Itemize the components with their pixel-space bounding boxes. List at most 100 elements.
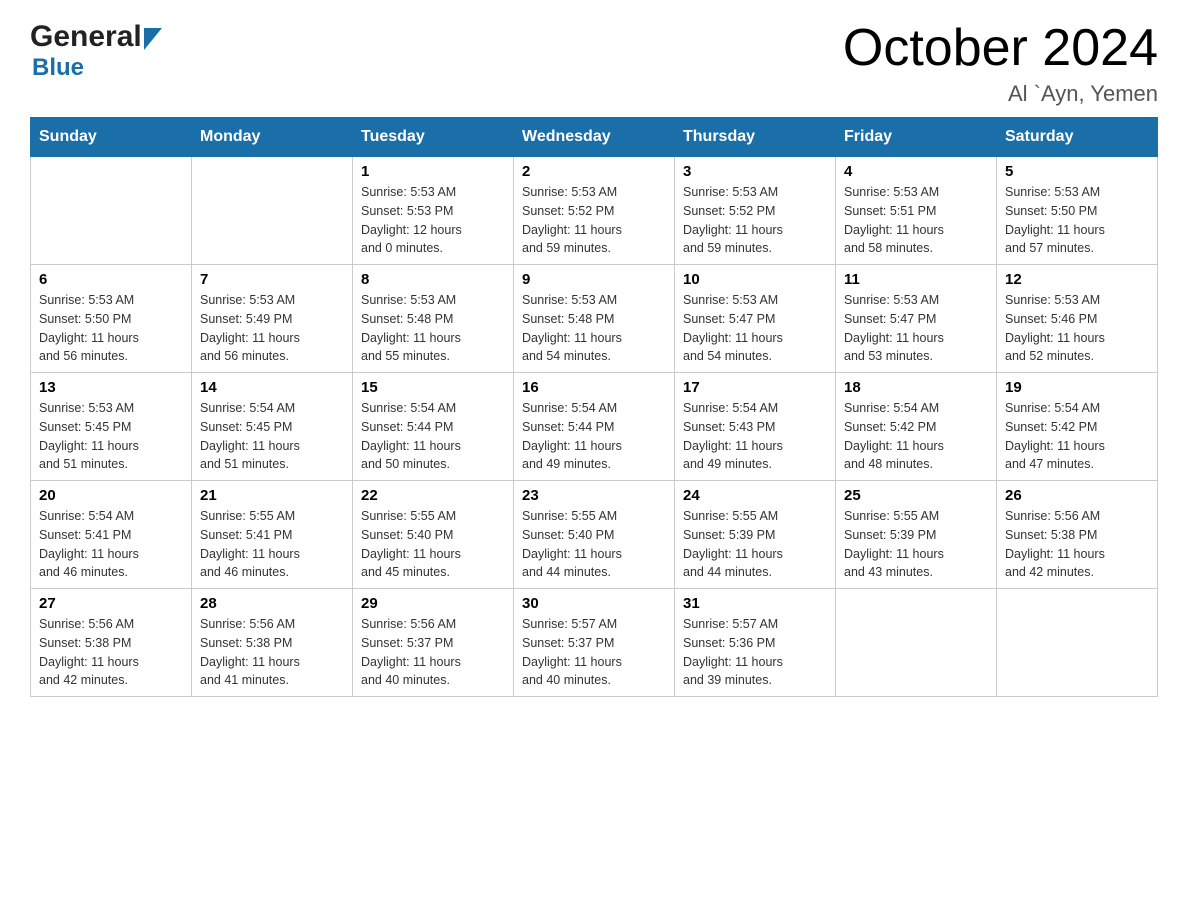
day-info: Sunrise: 5:53 AMSunset: 5:47 PMDaylight:… xyxy=(683,291,827,366)
calendar-cell: 11Sunrise: 5:53 AMSunset: 5:47 PMDayligh… xyxy=(836,265,997,373)
calendar-cell: 21Sunrise: 5:55 AMSunset: 5:41 PMDayligh… xyxy=(192,481,353,589)
day-info: Sunrise: 5:54 AMSunset: 5:44 PMDaylight:… xyxy=(361,399,505,474)
day-number: 15 xyxy=(361,379,505,396)
day-header-thursday: Thursday xyxy=(675,118,836,157)
day-number: 18 xyxy=(844,379,988,396)
day-number: 3 xyxy=(683,163,827,180)
day-info: Sunrise: 5:53 AMSunset: 5:53 PMDaylight:… xyxy=(361,183,505,258)
day-number: 9 xyxy=(522,271,666,288)
day-info: Sunrise: 5:56 AMSunset: 5:38 PMDaylight:… xyxy=(39,615,183,690)
calendar-cell: 15 Sunrise: 5:54 AMSunset: 5:44 PMDayligh… xyxy=(353,373,514,481)
page-subtitle: Al `Ayn, Yemen xyxy=(843,81,1158,107)
calendar-cell: 28Sunrise: 5:56 AMSunset: 5:38 PMDayligh… xyxy=(192,589,353,697)
calendar-cell: 17Sunrise: 5:54 AMSunset: 5:43 PMDayligh… xyxy=(675,373,836,481)
day-header-saturday: Saturday xyxy=(997,118,1158,157)
day-number: 4 xyxy=(844,163,988,180)
day-header-wednesday: Wednesday xyxy=(514,118,675,157)
day-info: Sunrise: 5:55 AMSunset: 5:40 PMDaylight:… xyxy=(522,507,666,582)
day-header-sunday: Sunday xyxy=(31,118,192,157)
calendar-cell: 2Sunrise: 5:53 AMSunset: 5:52 PMDaylight… xyxy=(514,157,675,265)
calendar-cell: 16 Sunrise: 5:54 AMSunset: 5:44 PMDayligh… xyxy=(514,373,675,481)
day-number: 30 xyxy=(522,595,666,612)
day-number: 26 xyxy=(1005,487,1149,504)
day-info: Sunrise: 5:53 AMSunset: 5:48 PMDaylight:… xyxy=(522,291,666,366)
calendar-table: SundayMondayTuesdayWednesdayThursdayFrid… xyxy=(30,117,1158,697)
calendar-cell xyxy=(31,157,192,265)
days-of-week-row: SundayMondayTuesdayWednesdayThursdayFrid… xyxy=(31,118,1158,157)
day-info: Sunrise: 5:53 AMSunset: 5:49 PMDaylight:… xyxy=(200,291,344,366)
day-info: Sunrise: 5:54 AMSunset: 5:42 PMDaylight:… xyxy=(844,399,988,474)
calendar-cell: 1 Sunrise: 5:53 AMSunset: 5:53 PMDaylight… xyxy=(353,157,514,265)
day-number: 21 xyxy=(200,487,344,504)
day-info: Sunrise: 5:57 AMSunset: 5:37 PMDaylight:… xyxy=(522,615,666,690)
day-info: Sunrise: 5:56 AMSunset: 5:38 PMDaylight:… xyxy=(1005,507,1149,582)
calendar-cell: 26 Sunrise: 5:56 AMSunset: 5:38 PMDayligh… xyxy=(997,481,1158,589)
page-title: October 2024 xyxy=(843,20,1158,77)
calendar-cell xyxy=(836,589,997,697)
day-info: Sunrise: 5:54 AMSunset: 5:44 PMDaylight:… xyxy=(522,399,666,474)
day-info: Sunrise: 5:53 AMSunset: 5:45 PMDaylight:… xyxy=(39,399,183,474)
week-row-5: 27 Sunrise: 5:56 AMSunset: 5:38 PMDayligh… xyxy=(31,589,1158,697)
day-info: Sunrise: 5:53 AMSunset: 5:46 PMDaylight:… xyxy=(1005,291,1149,366)
calendar-cell xyxy=(997,589,1158,697)
logo-blue-text: Blue xyxy=(32,54,84,82)
logo: General Blue xyxy=(30,20,162,82)
day-number: 29 xyxy=(361,595,505,612)
day-info: Sunrise: 5:54 AMSunset: 5:45 PMDaylight:… xyxy=(200,399,344,474)
calendar-cell: 9 Sunrise: 5:53 AMSunset: 5:48 PMDaylight… xyxy=(514,265,675,373)
day-info: Sunrise: 5:53 AMSunset: 5:52 PMDaylight:… xyxy=(683,183,827,258)
day-number: 2 xyxy=(522,163,666,180)
day-info: Sunrise: 5:54 AMSunset: 5:41 PMDaylight:… xyxy=(39,507,183,582)
calendar-cell: 13 Sunrise: 5:53 AMSunset: 5:45 PMDayligh… xyxy=(31,373,192,481)
day-info: Sunrise: 5:53 AMSunset: 5:50 PMDaylight:… xyxy=(39,291,183,366)
logo-triangle-icon xyxy=(144,28,162,50)
day-info: Sunrise: 5:56 AMSunset: 5:38 PMDaylight:… xyxy=(200,615,344,690)
day-number: 19 xyxy=(1005,379,1149,396)
day-info: Sunrise: 5:55 AMSunset: 5:39 PMDaylight:… xyxy=(844,507,988,582)
day-info: Sunrise: 5:57 AMSunset: 5:36 PMDaylight:… xyxy=(683,615,827,690)
day-number: 24 xyxy=(683,487,827,504)
day-number: 5 xyxy=(1005,163,1149,180)
calendar-cell: 3 Sunrise: 5:53 AMSunset: 5:52 PMDaylight… xyxy=(675,157,836,265)
day-info: Sunrise: 5:53 AMSunset: 5:50 PMDaylight:… xyxy=(1005,183,1149,258)
day-info: Sunrise: 5:54 AMSunset: 5:42 PMDaylight:… xyxy=(1005,399,1149,474)
calendar-cell: 25 Sunrise: 5:55 AMSunset: 5:39 PMDayligh… xyxy=(836,481,997,589)
week-row-3: 13 Sunrise: 5:53 AMSunset: 5:45 PMDayligh… xyxy=(31,373,1158,481)
calendar-header: SundayMondayTuesdayWednesdayThursdayFrid… xyxy=(31,118,1158,157)
day-number: 11 xyxy=(844,271,988,288)
day-number: 1 xyxy=(361,163,505,180)
day-number: 13 xyxy=(39,379,183,396)
calendar-cell xyxy=(192,157,353,265)
calendar-cell: 29Sunrise: 5:56 AMSunset: 5:37 PMDayligh… xyxy=(353,589,514,697)
calendar-cell: 18 Sunrise: 5:54 AMSunset: 5:42 PMDayligh… xyxy=(836,373,997,481)
day-info: Sunrise: 5:53 AMSunset: 5:51 PMDaylight:… xyxy=(844,183,988,258)
calendar-cell: 12 Sunrise: 5:53 AMSunset: 5:46 PMDayligh… xyxy=(997,265,1158,373)
week-row-1: 1 Sunrise: 5:53 AMSunset: 5:53 PMDaylight… xyxy=(31,157,1158,265)
calendar-cell: 14 Sunrise: 5:54 AMSunset: 5:45 PMDayligh… xyxy=(192,373,353,481)
calendar-cell: 22Sunrise: 5:55 AMSunset: 5:40 PMDayligh… xyxy=(353,481,514,589)
day-number: 27 xyxy=(39,595,183,612)
title-block: October 2024 Al `Ayn, Yemen xyxy=(843,20,1158,107)
calendar-cell: 27 Sunrise: 5:56 AMSunset: 5:38 PMDayligh… xyxy=(31,589,192,697)
day-number: 7 xyxy=(200,271,344,288)
calendar-cell: 4 Sunrise: 5:53 AMSunset: 5:51 PMDaylight… xyxy=(836,157,997,265)
day-number: 16 xyxy=(522,379,666,396)
day-number: 20 xyxy=(39,487,183,504)
page-header: General Blue October 2024 Al `Ayn, Yemen xyxy=(30,20,1158,107)
day-info: Sunrise: 5:55 AMSunset: 5:40 PMDaylight:… xyxy=(361,507,505,582)
day-number: 23 xyxy=(522,487,666,504)
day-number: 10 xyxy=(683,271,827,288)
calendar-cell: 10 Sunrise: 5:53 AMSunset: 5:47 PMDayligh… xyxy=(675,265,836,373)
day-info: Sunrise: 5:53 AMSunset: 5:48 PMDaylight:… xyxy=(361,291,505,366)
calendar-cell: 8 Sunrise: 5:53 AMSunset: 5:48 PMDaylight… xyxy=(353,265,514,373)
day-info: Sunrise: 5:54 AMSunset: 5:43 PMDaylight:… xyxy=(683,399,827,474)
calendar-cell: 23 Sunrise: 5:55 AMSunset: 5:40 PMDayligh… xyxy=(514,481,675,589)
day-header-monday: Monday xyxy=(192,118,353,157)
day-number: 25 xyxy=(844,487,988,504)
calendar-cell: 24Sunrise: 5:55 AMSunset: 5:39 PMDayligh… xyxy=(675,481,836,589)
calendar-cell: 31Sunrise: 5:57 AMSunset: 5:36 PMDayligh… xyxy=(675,589,836,697)
day-number: 12 xyxy=(1005,271,1149,288)
day-number: 14 xyxy=(200,379,344,396)
calendar-cell: 20 Sunrise: 5:54 AMSunset: 5:41 PMDayligh… xyxy=(31,481,192,589)
day-number: 8 xyxy=(361,271,505,288)
